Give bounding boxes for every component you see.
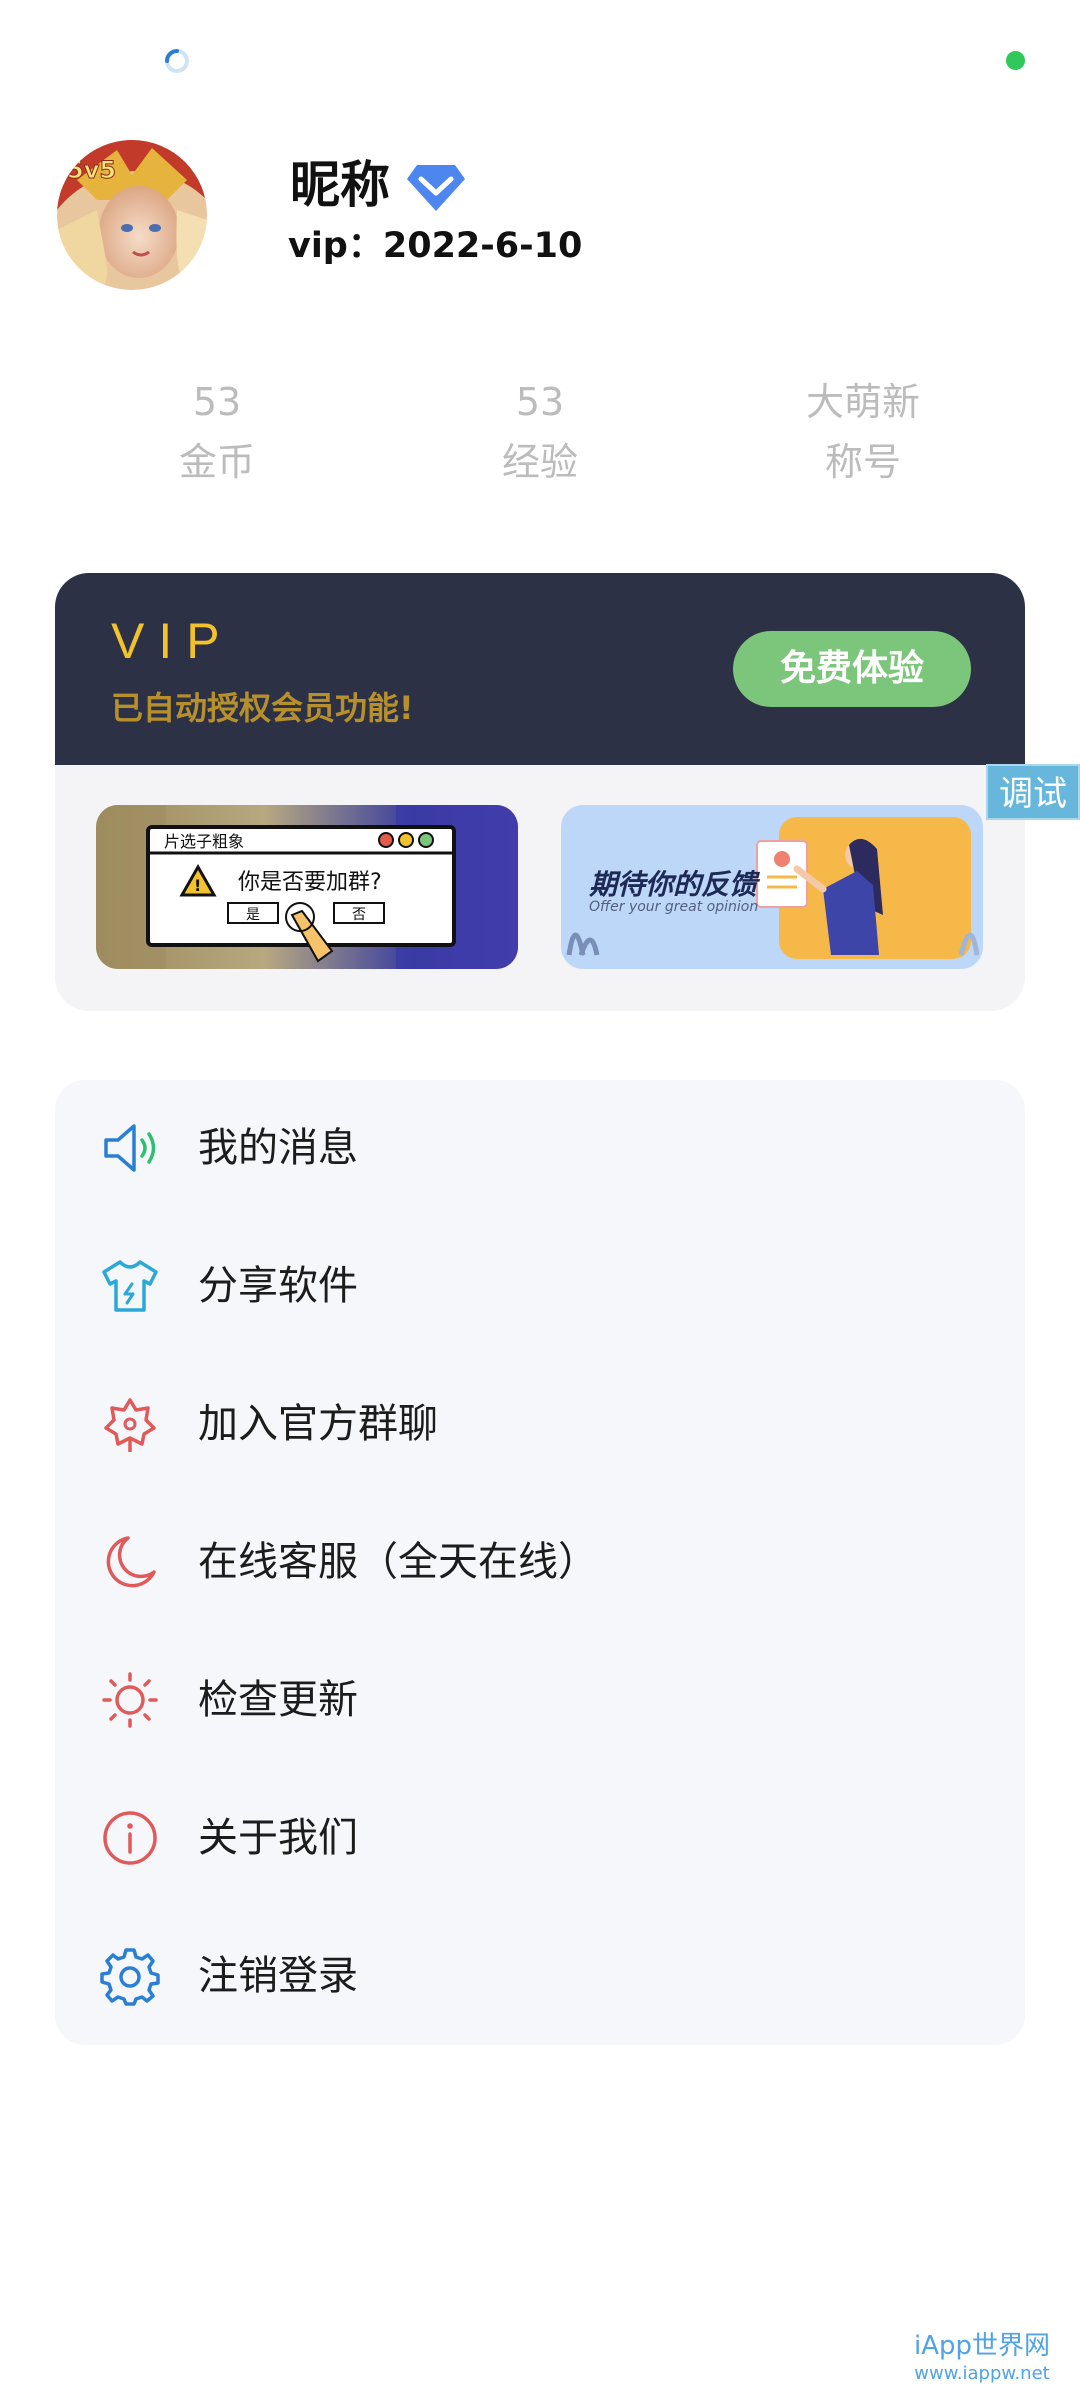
feedback-banner[interactable]: 期待你的反馈 Offer your great opinion	[561, 805, 983, 969]
menu-item-label: 我的消息	[198, 1125, 358, 1171]
vip-header: VIP 已自动授权会员功能! 免费体验	[55, 573, 1025, 765]
vip-card: VIP 已自动授权会员功能! 免费体验 片选子粗象 ! 你是否要加群? 是 否	[55, 573, 1025, 1011]
feedback-title: 期待你的反馈	[589, 868, 758, 901]
menu-item-label: 在线客服（全天在线）	[198, 1539, 598, 1585]
menu-list: 我的消息 分享软件 加入官方群聊 在线客服（全天在线） 检查更新 关于我们 注销…	[55, 1080, 1025, 2045]
menu-item-join-group[interactable]: 加入官方群聊	[55, 1364, 1025, 1484]
stat-label: 经验	[501, 440, 578, 484]
flower-icon	[104, 1398, 156, 1452]
avatar[interactable]: 5v5	[57, 140, 207, 290]
stat-coins[interactable]: 53 金币	[107, 372, 327, 492]
vip-subtitle: 已自动授权会员功能!	[111, 689, 414, 727]
stat-value: 53	[515, 380, 565, 424]
watermark-url: www.iappw.net	[914, 2363, 1050, 2384]
join-group-banner[interactable]: 片选子粗象 ! 你是否要加群? 是 否	[96, 805, 518, 969]
stat-experience[interactable]: 53 经验	[430, 372, 650, 492]
free-trial-button[interactable]: 免费体验	[733, 631, 971, 707]
stat-title[interactable]: 大萌新 称号	[753, 372, 973, 492]
loading-indicator-icon	[165, 49, 189, 73]
svg-text:5v5: 5v5	[67, 156, 116, 184]
menu-item-about[interactable]: 关于我们	[55, 1778, 1025, 1898]
speaker-icon	[104, 1124, 156, 1172]
banner-no: 否	[352, 907, 366, 923]
watermark-title: iApp世界网	[913, 2331, 1051, 2361]
stat-value: 53	[192, 380, 242, 424]
stat-value: 大萌新	[805, 380, 920, 424]
watermark: iApp世界网 www.iappw.net	[912, 2330, 1052, 2386]
menu-item-label: 检查更新	[198, 1677, 358, 1723]
moon-icon	[106, 1536, 156, 1588]
menu-item-check-update[interactable]: 检查更新	[55, 1640, 1025, 1760]
sun-icon	[102, 1672, 158, 1728]
menu-item-customer-service[interactable]: 在线客服（全天在线）	[55, 1502, 1025, 1622]
feedback-subtitle: Offer your great opinion	[589, 899, 759, 915]
menu-item-messages[interactable]: 我的消息	[55, 1088, 1025, 1208]
nickname: 昵称	[290, 156, 390, 214]
stat-label: 金币	[178, 440, 255, 484]
menu-item-label: 加入官方群聊	[198, 1401, 438, 1447]
gear-icon	[100, 1948, 160, 2006]
tshirt-icon	[102, 1260, 158, 1312]
menu-item-label: 注销登录	[198, 1953, 358, 1999]
svg-text:!: !	[194, 876, 201, 895]
menu-item-label: 关于我们	[198, 1815, 358, 1861]
menu-item-logout[interactable]: 注销登录	[55, 1916, 1025, 2036]
menu-item-share[interactable]: 分享软件	[55, 1226, 1025, 1346]
vip-expiry-date: vip：2022-6-10	[288, 226, 583, 266]
join-group-illustration: 片选子粗象 ! 你是否要加群? 是 否	[96, 805, 518, 969]
vip-title: VIP	[111, 613, 234, 669]
stat-label: 称号	[824, 440, 901, 484]
diamond-vip-icon	[407, 165, 465, 211]
debug-button[interactable]: 调试	[986, 764, 1080, 820]
menu-item-label: 分享软件	[198, 1263, 358, 1309]
banner-window-title: 片选子粗象	[164, 832, 244, 851]
banner-question: 你是否要加群?	[238, 870, 382, 895]
banner-yes: 是	[246, 907, 260, 923]
status-dot	[1006, 51, 1025, 70]
info-icon	[103, 1811, 157, 1865]
